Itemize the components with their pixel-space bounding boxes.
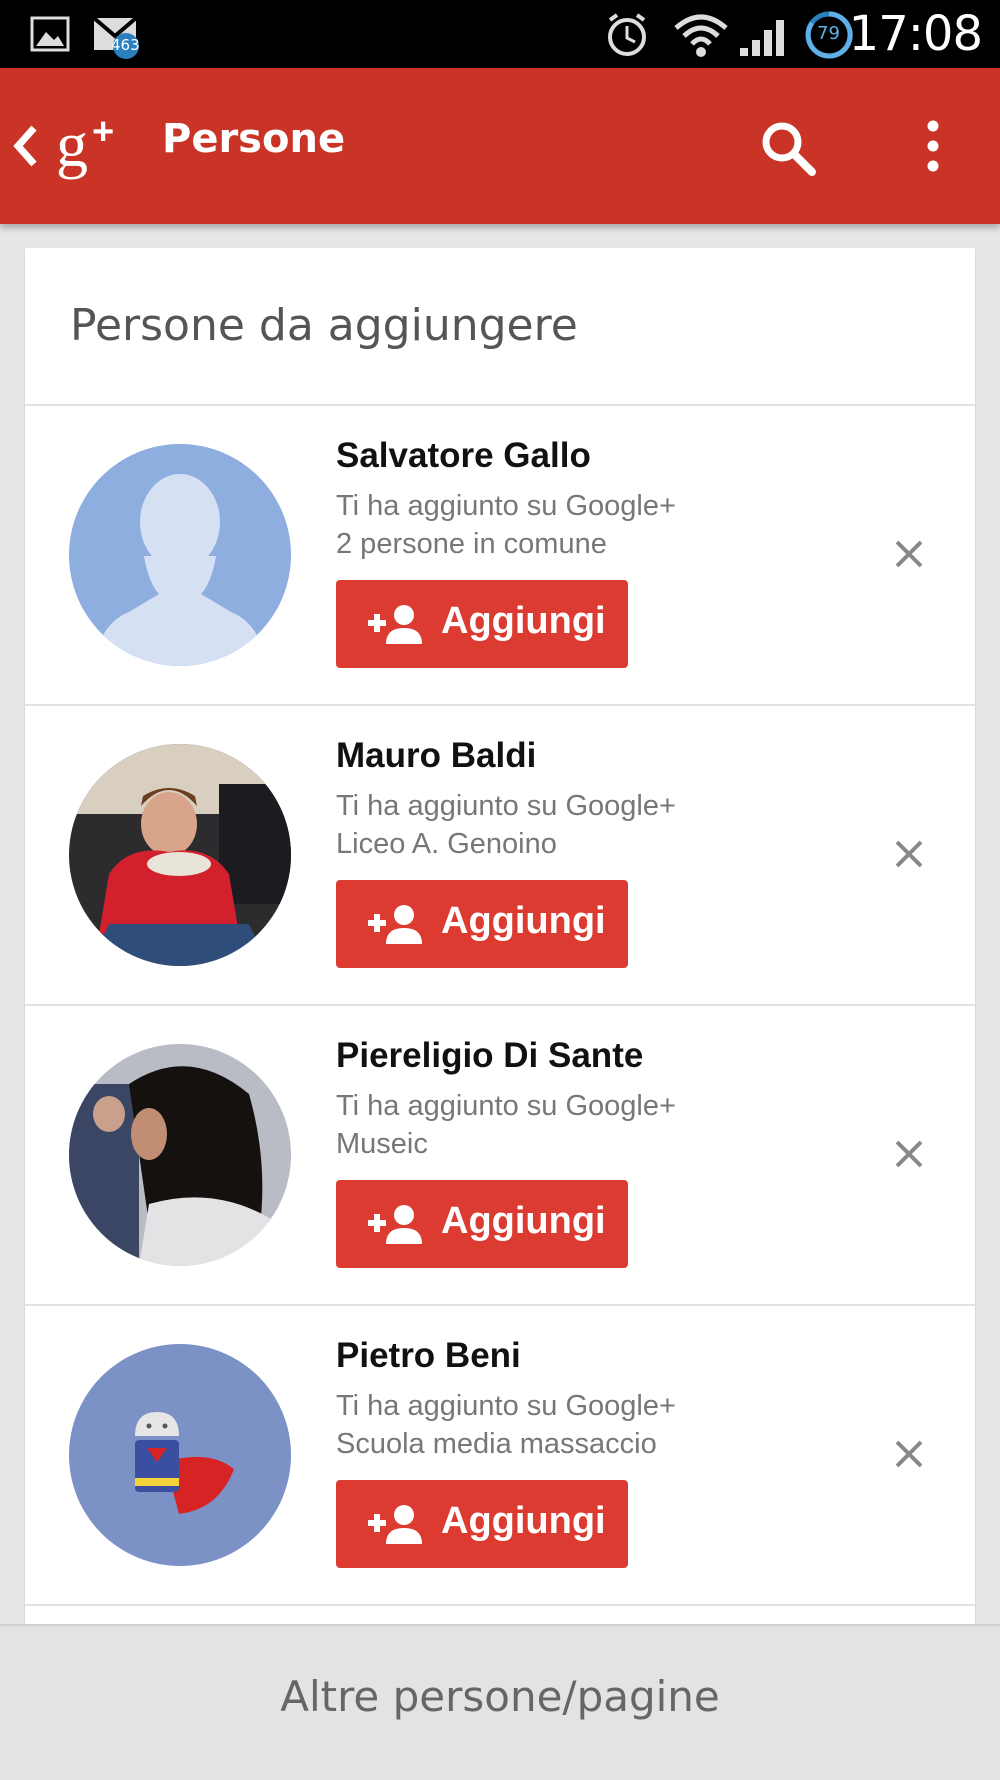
- close-icon[interactable]: [893, 838, 925, 870]
- overflow-menu-icon[interactable]: [915, 118, 951, 174]
- card-header: Persone da aggiungere: [25, 248, 975, 406]
- add-person-button[interactable]: Aggiungi: [336, 880, 628, 968]
- signal-icon: [740, 20, 784, 56]
- add-person-icon: [368, 605, 422, 644]
- person-row: Salvatore Gallo Ti ha aggiunto su Google…: [25, 406, 975, 706]
- person-detail: 2 persone in comune: [336, 528, 607, 560]
- person-detail: Museic: [336, 1128, 428, 1160]
- close-icon[interactable]: [893, 1438, 925, 1470]
- person-row: Piereligio Di Sante Ti ha aggiunto su Go…: [25, 1006, 975, 1306]
- person-relation: Ti ha aggiunto su Google+: [336, 790, 676, 822]
- avatar[interactable]: [69, 1044, 291, 1266]
- add-person-button[interactable]: Aggiungi: [336, 580, 628, 668]
- card-title: Persone da aggiungere: [70, 300, 578, 351]
- add-person-button[interactable]: Aggiungi: [336, 1180, 628, 1268]
- more-people-bar[interactable]: Altre persone/pagine: [0, 1624, 1000, 1780]
- google-plus-logo-icon[interactable]: g +: [56, 108, 128, 184]
- person-relation: Ti ha aggiunto su Google+: [336, 1390, 676, 1422]
- more-people-link[interactable]: Altre persone/pagine: [0, 1672, 1000, 1721]
- add-person-button[interactable]: Aggiungi: [336, 1480, 628, 1568]
- battery-level: 79: [817, 23, 840, 44]
- person-relation: Ti ha aggiunto su Google+: [336, 1090, 676, 1122]
- person-row: Pietro Beni Ti ha aggiunto su Google+ Sc…: [25, 1306, 975, 1606]
- page-title: Persone: [162, 116, 346, 162]
- wifi-icon: [674, 14, 728, 57]
- search-icon[interactable]: [758, 118, 818, 178]
- add-person-icon: [368, 1505, 422, 1544]
- clock: 17:08: [848, 6, 983, 62]
- add-person-icon: [368, 1205, 422, 1244]
- close-icon[interactable]: [893, 538, 925, 570]
- alarm-icon: [608, 13, 646, 56]
- avatar[interactable]: [69, 744, 291, 966]
- person-row: Mauro Baldi Ti ha aggiunto su Google+ Li…: [25, 706, 975, 1006]
- gmail-count: 463: [111, 36, 140, 54]
- status-bar: 463 79 17:08: [0, 0, 1000, 68]
- person-detail: Liceo A. Genoino: [336, 828, 557, 860]
- add-person-icon: [368, 905, 422, 944]
- person-name[interactable]: Mauro Baldi: [336, 736, 536, 776]
- person-name[interactable]: Salvatore Gallo: [336, 436, 591, 476]
- avatar[interactable]: [69, 1344, 291, 1566]
- gallery-icon: [30, 16, 70, 52]
- person-detail: Scuola media massaccio: [336, 1428, 657, 1460]
- svg-text:g: g: [56, 109, 88, 180]
- add-button-label: Aggiungi: [441, 1200, 606, 1242]
- person-name[interactable]: Piereligio Di Sante: [336, 1036, 643, 1076]
- add-button-label: Aggiungi: [441, 1500, 606, 1542]
- svg-text:+: +: [92, 111, 114, 153]
- close-icon[interactable]: [893, 1138, 925, 1170]
- add-button-label: Aggiungi: [441, 600, 606, 642]
- suggestions-card: Persone da aggiungere Salvatore Gallo Ti…: [25, 248, 975, 1628]
- person-relation: Ti ha aggiunto su Google+: [336, 490, 676, 522]
- app-bar: g + Persone: [0, 68, 1000, 224]
- avatar[interactable]: [69, 444, 291, 666]
- back-chevron-icon[interactable]: [10, 120, 40, 172]
- person-name[interactable]: Pietro Beni: [336, 1336, 521, 1376]
- add-button-label: Aggiungi: [441, 900, 606, 942]
